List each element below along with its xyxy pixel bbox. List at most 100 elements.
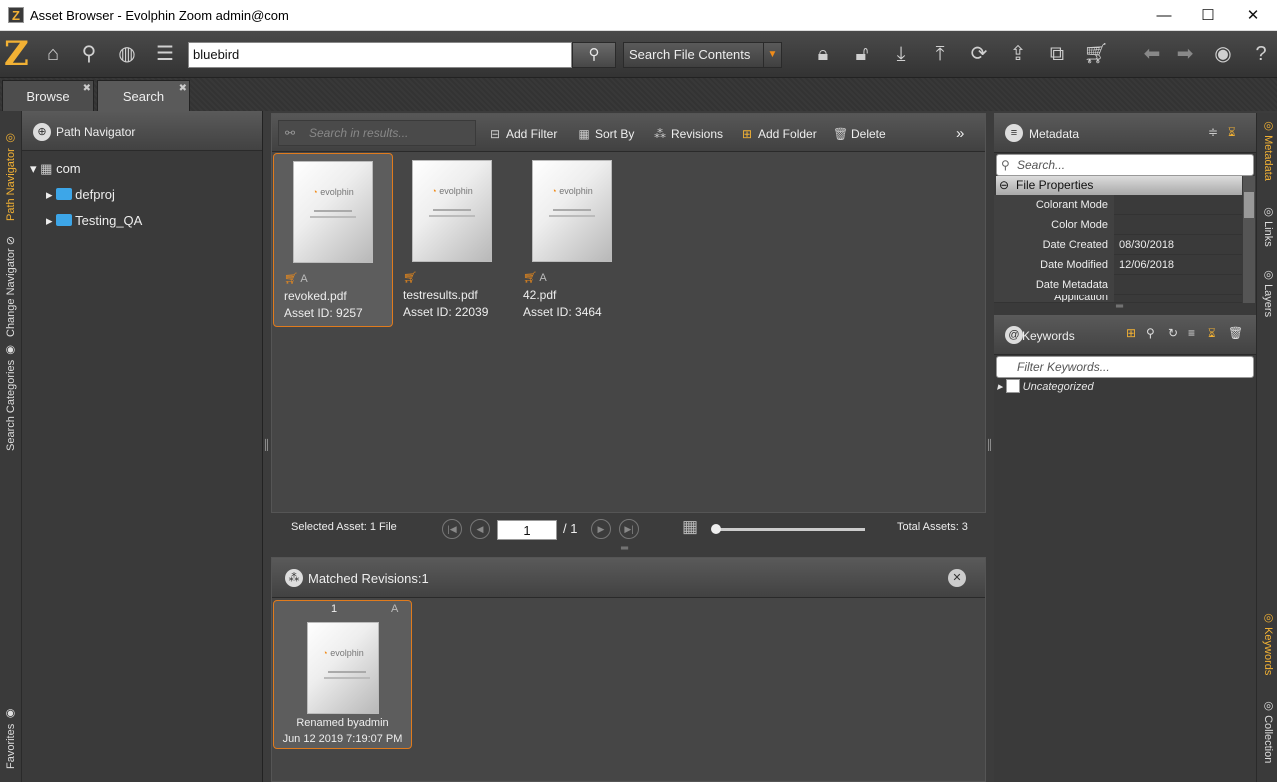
download-icon[interactable]: ⤓ [886,39,916,69]
side-tab-collection[interactable]: ◎ Collection [1257,699,1277,775]
trash-icon[interactable]: 🗑︎ [1228,326,1243,340]
chevron-down-icon: ▼ [763,43,781,67]
revision-card[interactable]: 1 A ◔ evolphin Renamed byadmin Jun 12 20… [273,600,412,749]
delete-button[interactable]: 🗑︎ Delete [833,124,886,144]
thumb-line [310,216,356,218]
asset-card[interactable]: ◔ evolphin 🛒︎ testresults.pdf Asset ID: … [393,153,513,327]
export-icon[interactable]: ⇪ [1003,39,1033,69]
thumbnail-size-slider[interactable] [711,524,865,534]
horizontal-splitter[interactable]: ═ [621,543,628,554]
results-search-input[interactable]: ⚯ Search in results... [278,120,476,146]
scrollbar-thumb[interactable] [1244,192,1254,218]
collapse-section-icon: ⊖ [999,178,1010,192]
list-icon[interactable]: ☰ [150,39,180,69]
page-number-input[interactable]: 1 [497,520,557,540]
metadata-scrollbar[interactable] [1243,176,1255,303]
collapse-icon[interactable]: ≑ [1208,125,1218,139]
right-splitter[interactable]: ║ [986,440,993,451]
last-page-button[interactable]: ▶| [619,519,639,539]
metadata-value[interactable] [1115,275,1242,295]
side-tab-favorites[interactable]: Favorites ◉ [0,699,22,769]
sync-icon[interactable]: ⟳ [964,39,994,69]
metadata-search-input[interactable]: ⚲ Search... [996,154,1254,176]
add-filter-button[interactable]: ⊟ Add Filter [488,124,557,144]
maximize-button[interactable]: ☐ [1185,0,1231,31]
unlock-icon[interactable]: 🔓︎ [847,39,877,69]
search-input[interactable]: bluebird [188,42,572,68]
thumb-line [324,677,370,679]
tab-browse[interactable]: Browse ✖ [2,80,94,111]
matched-revisions-title: Matched Revisions:1 [308,571,429,586]
side-tab-path-navigator[interactable]: Path Navigator ◎ [0,121,22,221]
user-icon[interactable]: ◉ [1208,39,1238,69]
tree-item-defproj[interactable]: ▸ defproj [46,183,115,207]
file-properties-section[interactable]: ⊖ File Properties [996,176,1242,195]
server-icon: ▦ [40,161,53,176]
refresh-icon[interactable]: ↻ [1168,326,1178,340]
side-tab-keywords[interactable]: ◎ Keywords [1257,611,1277,683]
metadata-value[interactable]: 12/06/2018 [1115,255,1242,275]
metadata-value[interactable]: 08/30/2018 [1115,235,1242,255]
close-window-button[interactable]: ✕ [1230,0,1276,31]
search-mode-select[interactable]: Search File Contents ▼ [623,42,782,68]
filter-keywords-input[interactable]: Filter Keywords... [996,356,1254,378]
asset-card[interactable]: ◔ evolphin 🛒︎ A revoked.pdf Asset ID: 92… [273,153,393,327]
side-tab-label: Favorites [5,723,17,769]
globe-icon[interactable]: ◍ [112,39,142,69]
side-tab-layers[interactable]: ◎ Layers [1257,268,1277,328]
side-tab-search-categories[interactable]: Search Categories ◉ [0,337,22,451]
close-panel-button[interactable]: ✕ [948,569,966,587]
revisions-button[interactable]: ⁂ Revisions [653,124,723,144]
filter-list-icon[interactable]: ≡ [1188,326,1195,340]
close-icon[interactable]: ✖ [83,73,91,104]
tab-search[interactable]: Search ✖ [97,80,190,111]
main-toolbar: Z ⌂ ⚲ ◍ ☰ bluebird ⚲ Search File Content… [0,31,1277,78]
side-tab-metadata[interactable]: ◎ Metadata [1257,119,1277,189]
home-icon[interactable]: ⌂ [38,39,68,69]
keyword-uncategorized[interactable]: ▸ Uncategorized [997,379,1094,395]
first-page-button[interactable]: |◀ [442,519,462,539]
add-folder-button[interactable]: ⊞ Add Folder [740,124,817,144]
prev-page-button[interactable]: ◀ [470,519,490,539]
next-page-button[interactable]: ▶ [591,519,611,539]
back-icon[interactable]: ⬅ [1137,39,1167,69]
search-keyword-icon[interactable]: ⚲ [1146,326,1155,340]
revision-number: 1 [330,603,338,615]
metadata-value[interactable] [1115,195,1242,215]
metadata-row: Date Modified 12/06/2018 [994,255,1242,275]
metadata-row: Date Created 08/30/2018 [994,235,1242,255]
asset-card[interactable]: ◔ evolphin 🛒︎ A 42.pdf Asset ID: 3464 [513,153,633,327]
forward-icon[interactable]: ➡ [1170,39,1200,69]
thumb-brand: ◔ evolphin [322,648,364,658]
search-icon[interactable]: ⚲ [74,39,104,69]
cart-icon[interactable]: 🛒︎ [1081,39,1111,69]
tree-item-com[interactable]: ▾ ▦ com [30,157,81,181]
thumb-line [429,215,475,217]
sort-by-button[interactable]: ▦ Sort By [577,124,634,144]
help-icon[interactable]: ? [1246,39,1276,69]
upload-icon[interactable]: ⤒ [925,39,955,69]
thumb-line [553,209,591,211]
close-icon[interactable]: ✖ [179,73,187,104]
lock-icon[interactable]: 🔒︎ [808,39,838,69]
flask-icon[interactable]: ⏳︎ [1228,125,1236,140]
keyword-checkbox[interactable] [1005,379,1020,393]
slider-thumb[interactable] [711,524,721,534]
search-button[interactable]: ⚲ [572,42,616,68]
add-keyword-icon[interactable]: ⊞ [1126,326,1136,340]
side-tab-change-navigator[interactable]: Change Navigator ⊘ [0,221,22,337]
metadata-splitter[interactable]: ═ [1116,301,1123,312]
side-tab-label: Links [1262,221,1274,247]
side-tab-links[interactable]: ◎ Links [1257,205,1277,253]
flask-icon[interactable]: ⏳︎ [1208,326,1216,341]
more-button[interactable]: » [956,124,964,144]
metadata-value[interactable] [1115,215,1242,235]
asset-thumbnail: ◔ evolphin [533,161,611,261]
minimize-button[interactable]: — [1141,0,1187,31]
asset-id: Asset ID: 3464 [523,305,602,319]
tree-item-testing-qa[interactable]: ▸ Testing_QA [46,209,142,233]
metadata-key: Application [994,295,1114,302]
left-splitter[interactable]: ║ [263,440,270,451]
copy-icon[interactable]: ⧉ [1042,39,1072,69]
folder-icon [56,188,73,200]
